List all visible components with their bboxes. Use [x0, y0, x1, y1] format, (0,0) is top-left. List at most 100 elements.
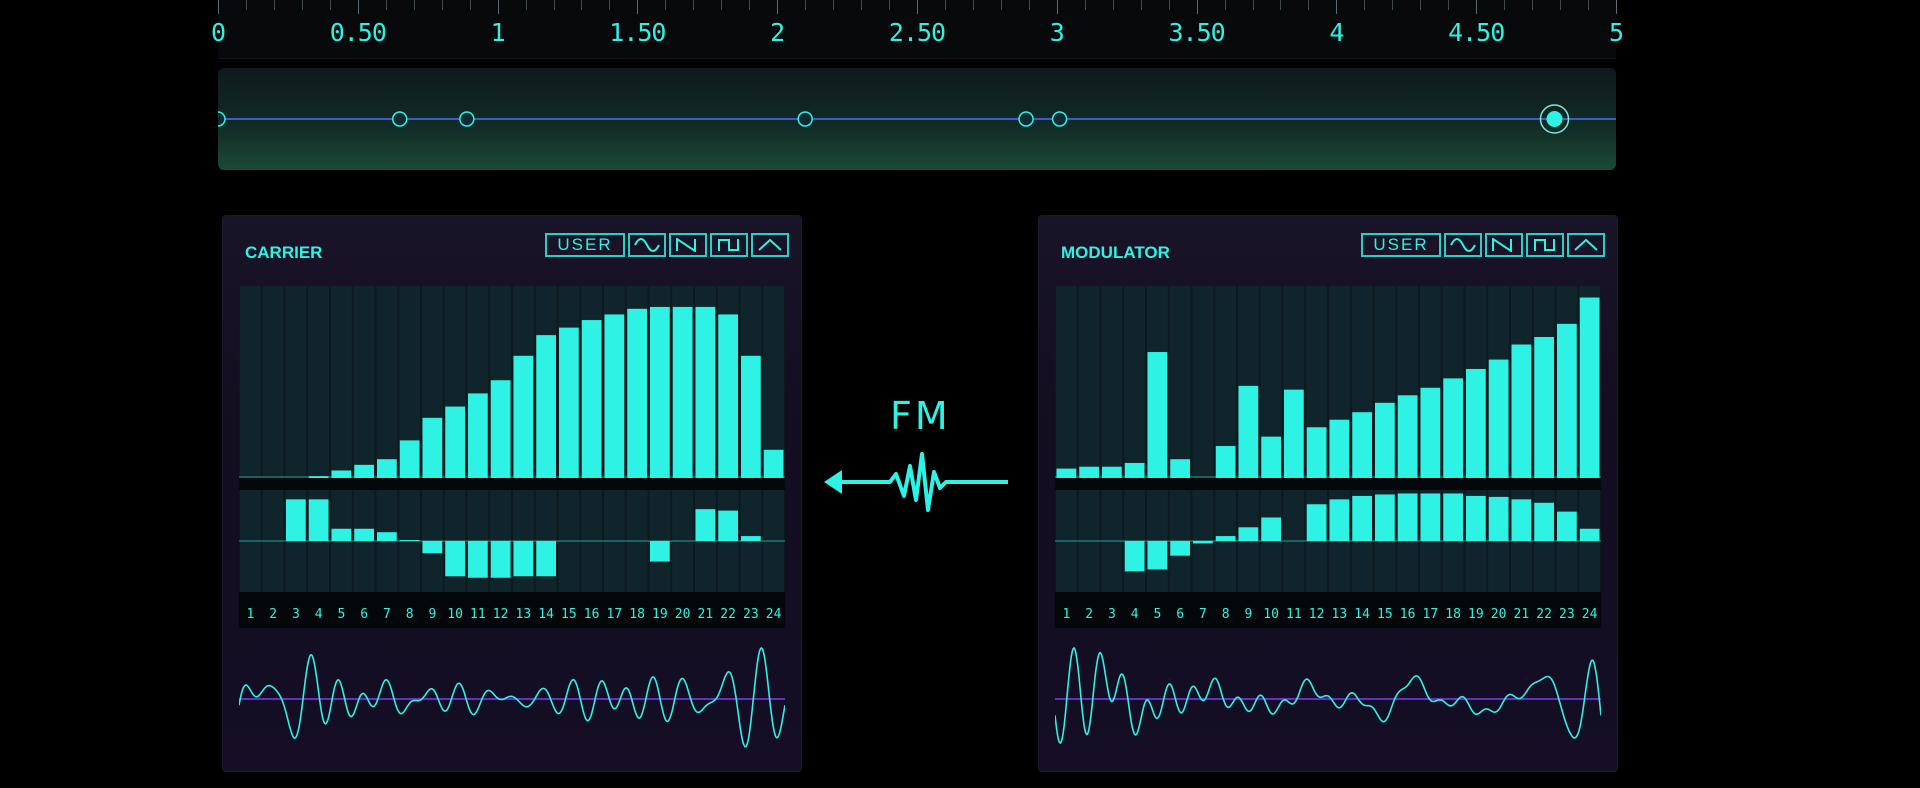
phase-bar[interactable] [1511, 499, 1532, 541]
amplitude-bar[interactable] [1238, 385, 1259, 478]
phase-bar[interactable] [308, 499, 329, 541]
amplitude-bar[interactable] [377, 459, 397, 478]
amplitude-bar[interactable] [1375, 402, 1395, 478]
amplitude-bar[interactable] [1557, 323, 1577, 478]
amplitude-bar[interactable] [1397, 395, 1418, 478]
amplitude-bar[interactable] [763, 449, 784, 478]
modulator-partials-chart[interactable]: 1 2 3 4 5 6 7 8 9 10 11 12 13 14 15 16 17 18 19 20 21 22 23 24 [1055, 286, 1601, 628]
carrier-partials-chart[interactable]: 1 2 3 4 5 6 7 8 9 10 11 12 13 14 15 16 17 18 19 20 21 22 23 24 [239, 286, 785, 628]
amplitude-bar[interactable] [1443, 378, 1463, 478]
phase-bar[interactable] [354, 528, 374, 541]
envelope-node[interactable] [391, 111, 408, 127]
amplitude-bar[interactable] [422, 417, 443, 478]
modulator-sine-button[interactable] [1444, 233, 1482, 257]
phase-bar[interactable] [1557, 511, 1577, 541]
phase-bar[interactable] [1306, 504, 1327, 541]
amplitude-bar[interactable] [445, 406, 465, 478]
amplitude-bar[interactable] [1124, 462, 1145, 478]
amplitude-bar[interactable] [718, 314, 738, 478]
amplitude-bar[interactable] [604, 314, 625, 478]
amplitude-bar[interactable] [354, 464, 374, 478]
envelope-node[interactable] [218, 111, 226, 127]
modulator-partials-svg[interactable]: 1 2 3 4 5 6 7 8 9 10 11 12 13 14 15 16 17 18 19 20 21 22 23 24 [1055, 286, 1601, 628]
amplitude-bar[interactable] [1147, 352, 1168, 478]
timeline-ruler[interactable]: 0 0.50 1 1.50 2 2.50 3 3.50 4 4.50 5 [211, 0, 1624, 59]
envelope-node[interactable] [1018, 111, 1034, 127]
amplitude-bar[interactable] [741, 355, 761, 478]
envelope-node[interactable] [1051, 111, 1068, 127]
amplitude-bar[interactable] [1170, 459, 1190, 478]
carrier-triangle-button[interactable] [751, 233, 789, 257]
phase-bar[interactable] [286, 499, 306, 541]
phase-bar[interactable] [1215, 536, 1236, 541]
phase-bar[interactable] [1329, 499, 1350, 541]
phase-bar[interactable] [1579, 528, 1600, 541]
phase-bar[interactable] [1352, 495, 1372, 541]
amplitude-bar[interactable] [1306, 427, 1327, 478]
amplitude-bar[interactable] [1420, 387, 1441, 478]
amplitude-bar[interactable] [1579, 297, 1600, 478]
amplitude-bar[interactable] [695, 306, 716, 478]
phase-bar[interactable] [1397, 493, 1418, 541]
phase-bar[interactable] [1238, 527, 1259, 541]
phase-bar[interactable] [1466, 495, 1486, 541]
modulator-square-button[interactable] [1526, 233, 1564, 257]
envelope-node-selected[interactable] [1546, 111, 1563, 127]
phase-bar[interactable] [422, 541, 443, 554]
phase-bar[interactable] [377, 532, 397, 541]
phase-bar[interactable] [1375, 494, 1395, 541]
phase-bar[interactable] [695, 509, 716, 541]
envelope-node[interactable] [459, 111, 475, 127]
phase-bar[interactable] [718, 510, 738, 541]
amplitude-bar[interactable] [1102, 466, 1122, 478]
amplitude-bar[interactable] [1511, 344, 1532, 478]
phase-bar[interactable] [1124, 541, 1145, 572]
amplitude-bar[interactable] [650, 306, 670, 478]
phase-bar[interactable] [468, 541, 488, 578]
envelope-curve[interactable] [218, 68, 1616, 170]
phase-bar[interactable] [1261, 517, 1281, 541]
amplitude-bar[interactable] [1079, 466, 1099, 478]
amplitude-bar[interactable] [1215, 446, 1236, 478]
ruler-tick [917, 0, 918, 14]
amplitude-bar[interactable] [1488, 359, 1509, 478]
amplitude-bar[interactable] [513, 355, 534, 478]
phase-bar[interactable] [741, 536, 761, 541]
phase-bar[interactable] [490, 541, 511, 578]
amplitude-bar[interactable] [1534, 337, 1554, 478]
amplitude-bar[interactable] [672, 306, 693, 478]
modulator-user-button[interactable]: USER [1361, 233, 1441, 257]
envelope-node[interactable] [797, 111, 813, 127]
carrier-square-button[interactable] [710, 233, 748, 257]
phase-bar[interactable] [513, 541, 534, 577]
amplitude-bar[interactable] [490, 380, 511, 478]
modulator-triangle-button[interactable] [1567, 233, 1605, 257]
phase-bar[interactable] [1170, 541, 1190, 556]
carrier-user-button[interactable]: USER [545, 233, 625, 257]
amplitude-bar[interactable] [1284, 389, 1304, 478]
amplitude-bar[interactable] [399, 440, 420, 478]
amplitude-bar[interactable] [1466, 368, 1486, 478]
amplitude-bar[interactable] [1352, 412, 1372, 478]
modulator-saw-button[interactable] [1485, 233, 1523, 257]
phase-bar[interactable] [650, 541, 670, 562]
phase-bar[interactable] [1534, 502, 1554, 541]
envelope-lane[interactable] [218, 68, 1616, 170]
amplitude-bar[interactable] [468, 393, 488, 478]
phase-bar[interactable] [1147, 541, 1168, 570]
amplitude-bar[interactable] [536, 335, 556, 478]
amplitude-bar[interactable] [627, 308, 647, 478]
amplitude-bar[interactable] [1261, 436, 1281, 478]
amplitude-bar[interactable] [1329, 419, 1350, 478]
phase-bar[interactable] [1420, 493, 1441, 541]
amplitude-bar[interactable] [581, 320, 602, 478]
carrier-saw-button[interactable] [669, 233, 707, 257]
carrier-partials-svg[interactable]: 1 2 3 4 5 6 7 8 9 10 11 12 13 14 15 16 17 18 19 20 21 22 23 24 [239, 286, 785, 628]
phase-bar[interactable] [1443, 493, 1463, 541]
phase-bar[interactable] [445, 541, 465, 577]
phase-bar[interactable] [331, 528, 352, 541]
phase-bar[interactable] [1488, 496, 1509, 541]
amplitude-bar[interactable] [559, 327, 579, 478]
phase-bar[interactable] [536, 541, 556, 577]
carrier-sine-button[interactable] [628, 233, 666, 257]
